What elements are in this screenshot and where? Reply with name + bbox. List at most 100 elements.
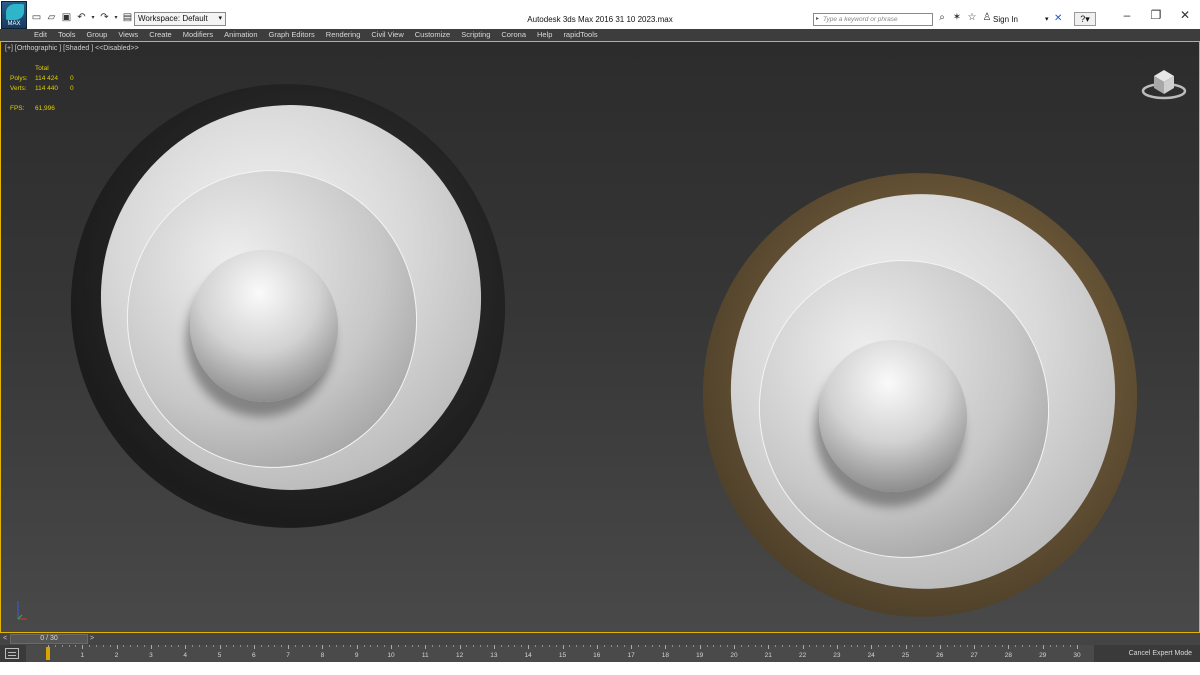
frame-minor-tick xyxy=(487,645,489,647)
workspace-selector[interactable]: Workspace: Default ▾ xyxy=(134,12,226,26)
perspective-viewport[interactable]: [+] [Orthographic ] [Shaded ] <<Disabled… xyxy=(0,41,1200,633)
menu-corona[interactable]: Corona xyxy=(501,29,526,41)
restore-icon[interactable]: ❐ xyxy=(1146,8,1166,22)
title-bar: MAX ▭ ▱ ▣ ↶ ▾ ↷ ▾ ▤ Workspace: Default ▾… xyxy=(0,0,1200,30)
frame-tick-line xyxy=(871,645,873,649)
menu-views[interactable]: Views xyxy=(118,29,138,41)
frame-tick-line xyxy=(631,645,633,649)
frame-minor-tick xyxy=(658,645,660,647)
frame-minor-tick xyxy=(932,645,934,647)
user-icon[interactable]: ♙ xyxy=(981,12,993,23)
frame-tick-line xyxy=(391,645,392,649)
track-bar-ruler[interactable]: 0123456789101112131415161718192021222324… xyxy=(26,645,1094,662)
frame-minor-tick xyxy=(274,645,276,647)
time-slider[interactable]: < 0 / 30 > xyxy=(0,633,1200,645)
frame-minor-tick xyxy=(260,645,262,647)
frame-minor-tick xyxy=(500,645,502,647)
frame-tick: 3 xyxy=(149,645,153,662)
frame-minor-tick xyxy=(651,645,653,647)
help-icon[interactable]: ?▾ xyxy=(1074,12,1096,26)
subscription-icon[interactable]: ✶ xyxy=(951,12,963,23)
frame-minor-tick xyxy=(548,645,550,647)
frame-minor-tick xyxy=(830,645,832,647)
frame-minor-tick xyxy=(164,645,166,647)
frame-minor-tick xyxy=(404,645,406,647)
time-slider-thumb[interactable]: 0 / 30 xyxy=(10,634,88,644)
open-file-icon[interactable]: ▱ xyxy=(45,11,58,24)
menu-rendering[interactable]: Rendering xyxy=(326,29,361,41)
infocenter-tools: ⌕ ✶ ☆ ♙ xyxy=(936,12,993,23)
exchange-apps-icon[interactable]: ✕ xyxy=(1054,13,1062,24)
frame-minor-tick xyxy=(720,645,722,647)
cancel-expert-mode-button[interactable]: Cancel Expert Mode xyxy=(1094,645,1200,662)
new-file-icon[interactable]: ▭ xyxy=(30,11,43,24)
app-menu-button[interactable]: MAX xyxy=(1,1,27,29)
redo-dropdown-icon[interactable]: ▾ xyxy=(113,11,119,24)
save-icon[interactable]: ▣ xyxy=(60,11,73,24)
verts-total: 114 440 xyxy=(35,85,59,92)
frame-tick-label: 27 xyxy=(970,652,978,659)
frame-minor-tick xyxy=(727,645,729,647)
frame-minor-tick xyxy=(1001,645,1003,647)
project-folder-icon[interactable]: ▤ xyxy=(121,11,134,24)
app-logo-icon xyxy=(6,4,24,20)
time-slider-next-button[interactable]: > xyxy=(90,634,98,644)
frame-minor-tick xyxy=(466,645,468,647)
menu-create[interactable]: Create xyxy=(149,29,172,41)
frame-minor-tick xyxy=(96,645,98,647)
frame-tick-line xyxy=(356,645,358,649)
menu-rapidtools[interactable]: rapidTools xyxy=(563,29,597,41)
frame-minor-tick xyxy=(994,645,996,647)
frame-tick: 23 xyxy=(833,645,841,662)
binoculars-icon[interactable]: ⌕ xyxy=(936,12,948,23)
frame-tick-line xyxy=(974,645,976,649)
frame-minor-tick xyxy=(521,645,523,647)
frame-minor-tick xyxy=(329,645,331,647)
menu-edit[interactable]: Edit xyxy=(34,29,47,41)
frame-tick-label: 17 xyxy=(627,652,635,659)
frame-tick-label: 10 xyxy=(387,652,395,659)
minimize-icon[interactable]: – xyxy=(1117,8,1137,22)
frame-minor-tick xyxy=(411,645,413,647)
frame-minor-tick xyxy=(281,645,283,647)
menu-graph-editors[interactable]: Graph Editors xyxy=(269,29,315,41)
frame-minor-tick xyxy=(432,645,434,647)
undo-dropdown-icon[interactable]: ▾ xyxy=(90,11,96,24)
frame-tick-label: 3 xyxy=(149,652,153,659)
frame-tick: 28 xyxy=(1005,645,1012,662)
viewport-label-menu[interactable]: [+] [Orthographic ] [Shaded ] <<Disabled… xyxy=(5,45,139,52)
menu-tools[interactable]: Tools xyxy=(58,29,76,41)
frame-tick-label: 12 xyxy=(455,652,464,659)
undo-icon[interactable]: ↶ xyxy=(75,11,88,24)
frame-minor-tick xyxy=(967,645,969,647)
favorites-star-icon[interactable]: ☆ xyxy=(966,12,978,23)
menu-scripting[interactable]: Scripting xyxy=(461,29,490,41)
sign-in-button[interactable]: Sign In xyxy=(993,15,1018,24)
frame-tick-line xyxy=(150,645,152,649)
fps-label: FPS: xyxy=(10,105,25,112)
frame-tick-line xyxy=(665,645,667,649)
search-expand-icon[interactable]: ▸ xyxy=(816,14,819,25)
frame-minor-tick xyxy=(370,645,372,647)
redo-icon[interactable]: ↷ xyxy=(98,11,111,24)
mini-curve-editor-icon[interactable] xyxy=(5,648,19,659)
chevron-down-icon[interactable]: ▾ xyxy=(1045,15,1049,23)
frame-minor-tick xyxy=(342,645,344,647)
close-icon[interactable]: ✕ xyxy=(1175,8,1195,22)
viewcube-icon[interactable] xyxy=(1141,64,1187,102)
frame-minor-tick xyxy=(89,645,91,647)
menu-animation[interactable]: Animation xyxy=(224,29,257,41)
current-frame-marker[interactable] xyxy=(46,647,50,660)
frame-tick: 4 xyxy=(183,645,187,662)
frame-tick-line xyxy=(185,645,187,649)
menu-civil-view[interactable]: Civil View xyxy=(371,29,403,41)
menu-modifiers[interactable]: Modifiers xyxy=(183,29,213,41)
frame-tick-line xyxy=(288,645,290,649)
frame-tick-line xyxy=(253,645,255,649)
frame-tick-label: 8 xyxy=(320,652,325,659)
search-input[interactable]: ▸ Type a keyword or phrase xyxy=(813,13,933,26)
frame-tick: 29 xyxy=(1039,645,1046,662)
menu-customize[interactable]: Customize xyxy=(415,29,450,41)
menu-help[interactable]: Help xyxy=(537,29,552,41)
menu-group[interactable]: Group xyxy=(86,29,107,41)
